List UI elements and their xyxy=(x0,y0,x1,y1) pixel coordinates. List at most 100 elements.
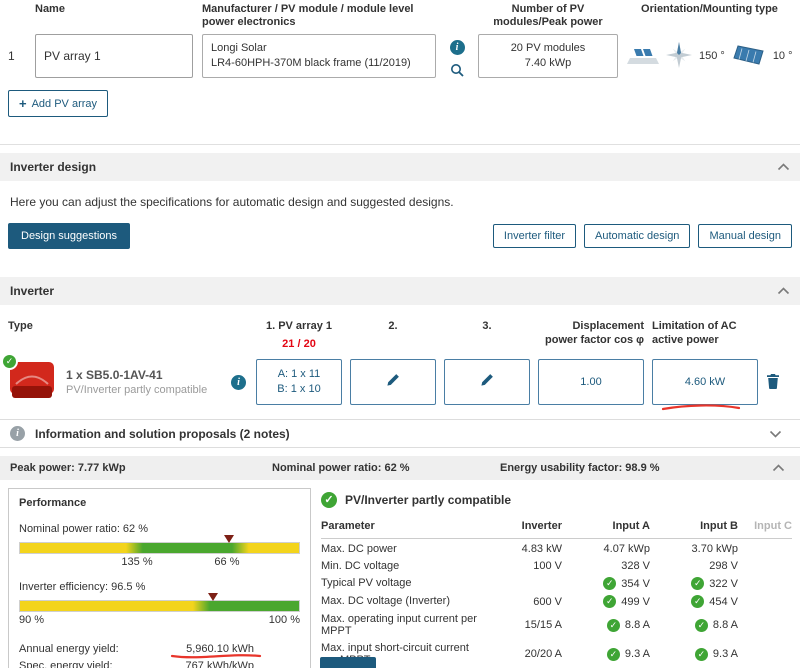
compat-input-c-value xyxy=(738,573,792,591)
compat-param: Min. DC voltage xyxy=(321,560,400,572)
delete-inverter-button[interactable] xyxy=(766,373,780,389)
inverter-section-header[interactable]: Inverter xyxy=(0,277,800,305)
nominal-ratio-gauge xyxy=(19,535,300,554)
col-header-array2: 2. xyxy=(388,320,398,332)
inverter-title: Inverter xyxy=(10,284,55,298)
col-header-array1: 1. PV array 1 xyxy=(265,320,333,332)
module-info-icon[interactable]: i xyxy=(449,40,465,55)
col-header-input-c: Input C xyxy=(738,520,792,539)
tilted-module-icon xyxy=(731,44,767,69)
perf-row: Spec. energy yield: 767 kWh/kWp xyxy=(19,658,300,668)
module-count: 20 PV modules xyxy=(510,42,586,54)
col-header-ac-limit: Limitation of AC active power xyxy=(652,320,737,346)
pv-module-selector[interactable]: Longi Solar LR4-60HPH-370M black frame (… xyxy=(202,34,436,78)
design-suggestions-button[interactable]: Design suggestions xyxy=(8,223,131,249)
pv-array-header-row: Name Manufacturer / PV module / module l… xyxy=(0,3,800,29)
module-count-box[interactable]: 20 PV modules 7.40 kWp xyxy=(478,34,618,78)
inverter-design-section-header[interactable]: Inverter design xyxy=(0,153,800,181)
automatic-design-button[interactable]: Automatic design xyxy=(584,224,691,248)
col-header-orientation: Orientation/Mounting type xyxy=(641,3,778,15)
compat-input-b-value: ✓ 9.3 A xyxy=(650,638,738,667)
string-config-array3-box[interactable] xyxy=(444,359,530,405)
inverter-name: 1 x SB5.0-1AV-41 xyxy=(66,368,163,382)
chevron-down-icon[interactable] xyxy=(769,430,782,438)
red-underline-annotation xyxy=(661,404,741,411)
efficiency-gauge xyxy=(19,593,300,612)
add-pv-array-button[interactable]: + Add PV array xyxy=(8,90,109,117)
perf-label: Annual energy yield: xyxy=(19,643,119,655)
compat-input-c-value xyxy=(738,609,792,638)
module-manufacturer: Longi Solar xyxy=(211,42,267,54)
check-icon: ✓ xyxy=(694,647,708,661)
flat-roof-icon xyxy=(627,43,659,70)
pv-array-name-input[interactable] xyxy=(35,34,193,78)
string-b-config: B: 1 x 10 xyxy=(277,383,321,395)
col-header-inverter: Inverter xyxy=(486,520,562,539)
nominal-ratio-summary: Nominal power ratio: 62 % xyxy=(272,462,410,474)
compat-inverter-value: 100 V xyxy=(533,560,562,572)
notes-label: Information and solution proposals (2 no… xyxy=(35,426,290,441)
notes-bar[interactable]: i Information and solution proposals (2 … xyxy=(0,419,800,448)
compatibility-table: Parameter Inverter Input A Input B Input… xyxy=(321,520,792,667)
inverter-filter-button[interactable]: Inverter filter xyxy=(492,224,577,248)
check-icon: ✓ xyxy=(321,492,337,508)
compat-input-a-value: ✓ 499 V xyxy=(562,591,650,609)
compat-input-a-value: ✓ 354 V xyxy=(562,573,650,591)
compat-input-c-value xyxy=(738,539,792,556)
performance-panel: Performance Nominal power ratio: 62 % 13… xyxy=(8,488,311,668)
compat-inverter-value: 15/15 A xyxy=(524,619,562,631)
gauge-tick: 66 % xyxy=(214,556,240,568)
module-search-icon[interactable] xyxy=(450,63,464,77)
summary-bar: Peak power: 7.77 kWp Nominal power ratio… xyxy=(0,456,800,480)
compatibility-title: PV/Inverter partly compatible xyxy=(345,493,512,507)
usability-summary: Energy usability factor: 98.9 % xyxy=(500,462,660,474)
col-header-name: Name xyxy=(35,3,65,15)
perf-value: 5,960.10 kWh xyxy=(150,641,300,659)
compass-rose-icon xyxy=(665,41,693,72)
compat-param: Max. DC power xyxy=(321,543,397,555)
check-icon: ✓ xyxy=(3,354,16,368)
inverter-design-title: Inverter design xyxy=(10,160,97,174)
inverter-status: PV/Inverter partly compatible xyxy=(66,384,208,396)
section-divider xyxy=(0,144,800,145)
check-icon: ✓ xyxy=(603,595,617,608)
collapse-chevron-up-icon[interactable] xyxy=(772,464,790,472)
collapse-chevron-up-icon[interactable] xyxy=(777,287,790,295)
azimuth-value[interactable]: 150 ° xyxy=(699,50,725,62)
gauge-tick: 100 % xyxy=(268,614,300,626)
gauge-tick: 90 % xyxy=(19,614,45,626)
nominal-ratio-gauge-label: Nominal power ratio: 62 % xyxy=(19,523,149,535)
col-header-input-a: Input A xyxy=(562,520,650,539)
manual-design-button[interactable]: Manual design xyxy=(698,224,792,248)
performance-title: Performance xyxy=(19,497,87,509)
partial-button[interactable] xyxy=(320,657,376,668)
module-count-warning: 21 / 20 xyxy=(282,338,316,350)
inverter-info-icon[interactable]: i xyxy=(231,374,246,390)
compat-input-c-value xyxy=(738,638,792,667)
compat-input-b-value: 298 V xyxy=(709,560,738,572)
col-header-type: Type xyxy=(8,320,33,332)
compat-input-a-value: 4.07 kWp xyxy=(603,543,650,555)
compat-input-b-value: 3.70 kWp xyxy=(691,543,738,555)
compat-input-a-value: ✓ 9.3 A xyxy=(562,638,650,667)
compat-input-c-value xyxy=(738,591,792,609)
peak-power-summary: Peak power: 7.77 kWp xyxy=(10,462,126,474)
compat-input-a-value: ✓ 8.8 A xyxy=(562,609,650,638)
perf-label: Spec. energy yield: xyxy=(19,660,113,668)
compat-input-b-value: ✓ 322 V xyxy=(650,573,738,591)
orientation-cluster: 150 ° 10 ° xyxy=(627,34,800,78)
gauge-tick: 135 % xyxy=(121,556,153,568)
tilt-value[interactable]: 10 ° xyxy=(773,50,793,62)
compat-param: Max. DC voltage (Inverter) xyxy=(321,595,450,607)
collapse-chevron-up-icon[interactable] xyxy=(777,163,790,171)
compat-input-c-value xyxy=(738,556,792,573)
string-config-array1-box[interactable]: A: 1 x 11 B: 1 x 10 xyxy=(256,359,342,405)
perf-value: 767 kWh/kWp xyxy=(185,660,254,668)
ac-limit-box[interactable]: 4.60 kW xyxy=(652,359,758,411)
string-config-array2-box[interactable] xyxy=(350,359,436,405)
compat-input-b-value: ✓ 454 V xyxy=(650,591,738,609)
col-header-parameter: Parameter xyxy=(321,520,486,539)
cosphi-box[interactable]: 1.00 xyxy=(538,359,644,405)
efficiency-gauge-label: Inverter efficiency: 96.5 % xyxy=(19,581,146,593)
pencil-icon xyxy=(480,373,494,392)
